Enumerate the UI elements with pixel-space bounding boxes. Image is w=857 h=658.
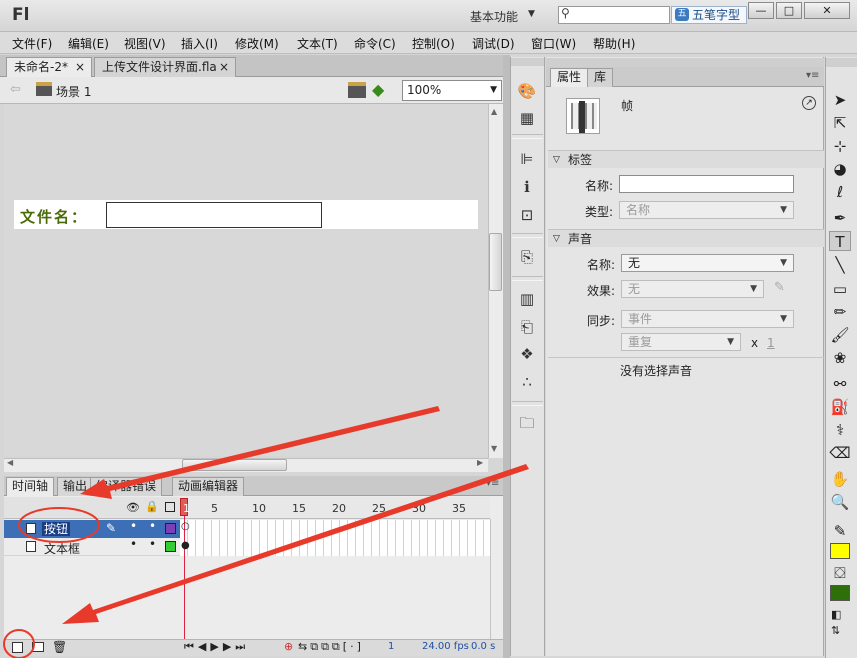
annotation-overlay <box>3 406 529 658</box>
annotation-circle-1 <box>18 507 100 543</box>
ruler-number: 1 <box>183 502 190 515</box>
annotation-arrow-2 <box>62 464 529 624</box>
annotation-circle-2 <box>3 629 35 658</box>
annotation-arrow-1 <box>80 406 440 499</box>
